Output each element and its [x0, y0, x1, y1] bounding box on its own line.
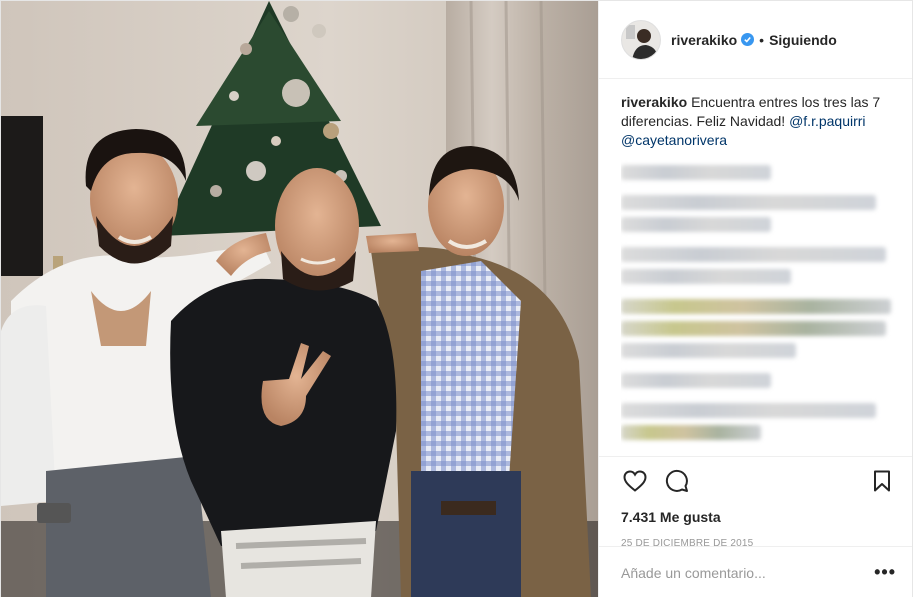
bookmark-icon[interactable]	[868, 467, 896, 495]
blurred-comment	[621, 269, 791, 284]
post-photo[interactable]	[1, 1, 598, 597]
blurred-comment	[621, 247, 886, 262]
mention-link[interactable]: @cayetanorivera	[621, 131, 901, 150]
post-caption: riverakiko Encuentra entres los tres las…	[621, 93, 901, 150]
post-actions: 7.431 Me gusta 25 DE DICIEMBRE DE 2015	[599, 456, 912, 549]
avatar-image	[622, 20, 660, 59]
blurred-comment	[621, 195, 876, 210]
heart-icon[interactable]	[621, 467, 649, 495]
header-separator: •	[759, 31, 765, 48]
more-options-icon[interactable]: •••	[874, 562, 896, 583]
blurred-comment	[621, 373, 771, 388]
post-header: riverakiko • Siguiendo	[599, 1, 912, 79]
instagram-post: riverakiko • Siguiendo riverakiko Encuen…	[0, 0, 913, 597]
following-button[interactable]: Siguiendo	[769, 32, 837, 48]
blurred-comment	[621, 321, 886, 336]
comments-list[interactable]: riverakiko Encuentra entres los tres las…	[621, 93, 901, 453]
blurred-comment	[621, 425, 761, 440]
comment-input[interactable]	[621, 564, 875, 581]
username-link[interactable]: riverakiko	[671, 32, 737, 48]
comment-icon[interactable]	[663, 467, 691, 495]
post-side-panel: riverakiko • Siguiendo riverakiko Encuen…	[598, 1, 912, 597]
mention-link[interactable]: @f.r.paquirri	[789, 113, 865, 129]
blurred-comment	[621, 343, 796, 358]
verified-badge-icon	[741, 33, 755, 46]
action-icons-row	[621, 467, 896, 495]
blurred-comment	[621, 217, 771, 232]
blurred-comment	[621, 165, 771, 180]
caption-username[interactable]: riverakiko	[621, 94, 687, 110]
add-comment-bar: •••	[599, 546, 912, 597]
blurred-comment	[621, 299, 891, 314]
likes-count[interactable]: 7.431 Me gusta	[621, 509, 896, 525]
blurred-comment	[621, 403, 876, 418]
photo-illustration	[1, 1, 598, 597]
avatar[interactable]	[621, 19, 661, 60]
